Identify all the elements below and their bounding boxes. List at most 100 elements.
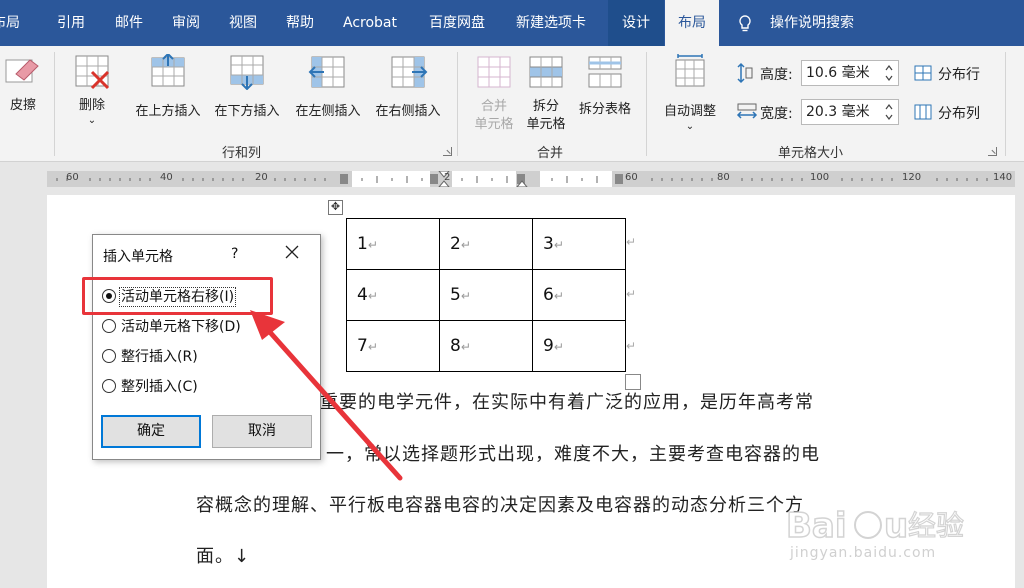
- split-cells-label-1: 拆分: [532, 99, 559, 114]
- tab-new-tab[interactable]: 新建选项卡: [516, 0, 586, 46]
- table-cell[interactable]: 8↵: [439, 320, 533, 372]
- table-cell[interactable]: 4↵: [346, 269, 440, 321]
- radio-icon[interactable]: [102, 319, 116, 333]
- tab-references[interactable]: 引用: [57, 0, 85, 46]
- end-of-row-icon: ↵: [626, 287, 637, 301]
- group-separator: [1005, 52, 1006, 156]
- table-move-handle-icon[interactable]: ✥: [328, 200, 343, 215]
- group-separator: [646, 52, 647, 156]
- end-of-cell-icon: ↵: [367, 340, 378, 354]
- table-cell[interactable]: 7↵: [346, 320, 440, 372]
- cell-text: 2: [450, 234, 461, 254]
- autofit-button[interactable]: 自动调整 ⌄: [656, 54, 724, 132]
- row-height-icon: [737, 62, 753, 84]
- option-insert-entire-column[interactable]: 整列插入(C): [102, 376, 198, 396]
- radio-icon[interactable]: [102, 379, 116, 393]
- ruler-number: 60: [66, 172, 79, 183]
- distribute-cols-button[interactable]: 分布列: [914, 103, 980, 123]
- width-label: 宽度:: [760, 106, 793, 122]
- insert-below-button[interactable]: 在下方插入: [209, 54, 285, 119]
- height-label: 高度:: [760, 67, 793, 83]
- split-cells-button[interactable]: 拆分 单元格: [521, 54, 571, 134]
- insert-left-button[interactable]: 在左侧插入: [289, 54, 367, 119]
- ribbon-tab-bar: 布局 引用 邮件 审阅 视图 帮助 Acrobat 百度网盘 新建选项卡 设计 …: [0, 0, 1024, 46]
- tab-layout[interactable]: 布局: [665, 0, 719, 46]
- tab-acrobat[interactable]: Acrobat: [343, 0, 397, 46]
- insert-above-label: 在上方插入: [135, 104, 201, 119]
- group-label-rows-cols: 行和列: [222, 146, 262, 161]
- tab-mailings[interactable]: 邮件: [115, 0, 143, 46]
- width-input[interactable]: 20.3 毫米: [801, 99, 899, 125]
- end-of-cell-icon: ↵: [460, 340, 471, 354]
- ruler-number: 140: [993, 172, 1013, 183]
- merge-cells-label-1: 合并: [480, 99, 507, 114]
- autofit-label: 自动调整: [663, 104, 716, 119]
- spinner-icon[interactable]: [884, 102, 894, 122]
- tab-baidu-netdisk[interactable]: 百度网盘: [429, 0, 485, 46]
- end-of-cell-icon: ↵: [367, 289, 378, 303]
- insert-above-icon: [151, 54, 185, 87]
- tab-layout-partial[interactable]: 布局: [0, 0, 30, 46]
- insert-right-button[interactable]: 在右侧插入: [369, 54, 447, 119]
- option-label: 整行插入(R): [121, 349, 198, 365]
- ruler-number: 100: [810, 172, 830, 183]
- close-icon[interactable]: [283, 243, 301, 261]
- cell-text: 3: [543, 234, 554, 254]
- merge-cells-button[interactable]: 合并 单元格: [470, 54, 518, 134]
- option-insert-entire-row[interactable]: 整行插入(R): [102, 346, 198, 366]
- column-width-icon: [736, 103, 758, 119]
- cell-text: 9: [543, 336, 554, 356]
- insert-above-button[interactable]: 在上方插入: [130, 54, 206, 119]
- insert-below-label: 在下方插入: [214, 104, 280, 119]
- delete-table-icon: [75, 55, 110, 90]
- tell-me-search[interactable]: 操作说明搜索: [770, 0, 854, 46]
- table-cell[interactable]: 9↵: [532, 320, 626, 372]
- table-row: 7↵ 8↵ 9↵: [346, 320, 626, 372]
- distribute-cols-label: 分布列: [938, 106, 980, 122]
- distribute-rows-label: 分布行: [938, 67, 980, 83]
- ok-button[interactable]: 确定: [101, 415, 201, 448]
- distribute-rows-button[interactable]: 分布行: [914, 64, 980, 84]
- radio-icon[interactable]: [102, 349, 116, 363]
- option-shift-cells-down[interactable]: 活动单元格下移(D): [102, 316, 241, 336]
- cell-text: 5: [450, 285, 461, 305]
- tab-help[interactable]: 帮助: [286, 0, 314, 46]
- rows-cols-dialog-launcher-icon[interactable]: [443, 147, 452, 156]
- height-value: 10.6 毫米: [806, 65, 870, 81]
- eraser-button[interactable]: 皮擦: [0, 54, 46, 113]
- split-table-button[interactable]: 拆分表格: [574, 54, 636, 117]
- tab-design[interactable]: 设计: [608, 0, 664, 46]
- document-table[interactable]: 1↵ 2↵ 3↵ 4↵ 5↵ 6↵ 7↵ 8↵ 9↵: [346, 218, 626, 372]
- merge-cells-label-2: 单元格: [474, 117, 514, 132]
- svg-text:经验: 经验: [908, 509, 964, 542]
- help-button[interactable]: ?: [231, 246, 238, 262]
- table-row: 4↵ 5↵ 6↵: [346, 269, 626, 321]
- table-cell[interactable]: 3↵: [532, 218, 626, 270]
- cell-size-dialog-launcher-icon[interactable]: [988, 147, 997, 156]
- tab-view[interactable]: 视图: [229, 0, 257, 46]
- delete-button[interactable]: 删除 ⌄: [68, 54, 116, 126]
- cell-text: 8: [450, 336, 461, 356]
- cancel-button[interactable]: 取消: [212, 415, 312, 448]
- split-table-icon: [588, 56, 622, 88]
- eraser-icon: [5, 59, 39, 83]
- group-separator: [457, 52, 458, 156]
- option-label: 整列插入(C): [121, 379, 198, 395]
- table-cell[interactable]: 2↵: [439, 218, 533, 270]
- ribbon-layout: 皮擦 删除 ⌄ 在上方插入 在下方插入 在左侧插入 在右侧插入 行和列 合并 单…: [0, 46, 1024, 162]
- tab-review[interactable]: 审阅: [172, 0, 200, 46]
- ruler-number: 2: [444, 172, 451, 183]
- ruler-ticks: [56, 171, 988, 187]
- height-input[interactable]: 10.6 毫米: [801, 60, 899, 86]
- insert-left-icon: [308, 56, 345, 88]
- group-separator: [54, 52, 55, 156]
- eraser-label: 皮擦: [10, 98, 37, 113]
- insert-cells-dialog: 插入单元格 ? 活动单元格右移(I) 活动单元格下移(D) 整行插入(R) 整列…: [92, 234, 321, 460]
- horizontal-ruler[interactable]: 60 40 20 2 60 80 100 120 140: [0, 163, 1024, 195]
- table-cell[interactable]: 6↵: [532, 269, 626, 321]
- spinner-icon[interactable]: [884, 63, 894, 83]
- table-cell[interactable]: 1↵: [346, 218, 440, 270]
- table-cell[interactable]: 5↵: [439, 269, 533, 321]
- paragraph-line: 重要的电学元件，在实际中有着广泛的应用，是历年高考常: [320, 392, 814, 413]
- ruler-number: 20: [255, 172, 268, 183]
